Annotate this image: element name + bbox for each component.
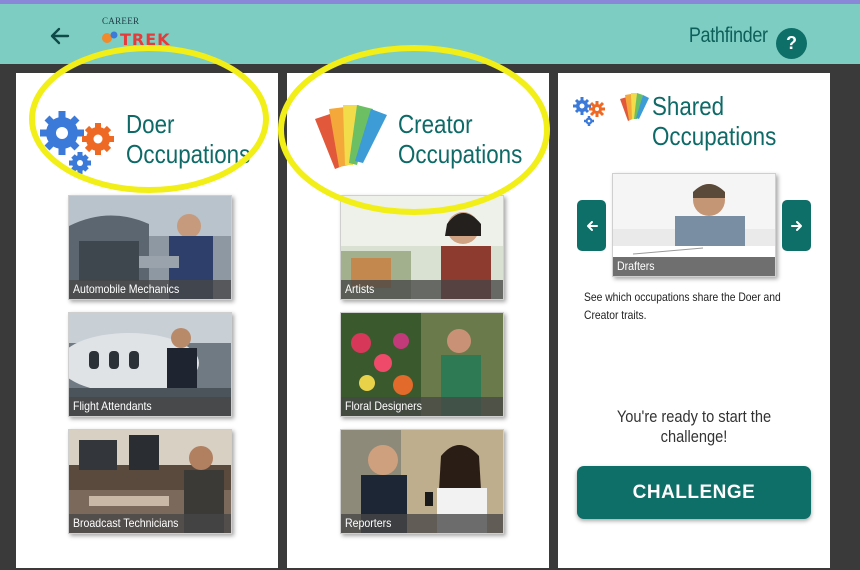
card-label: Artists bbox=[345, 282, 375, 296]
shared-panel: Shared Occupations Drafters See which oc… bbox=[558, 73, 830, 568]
carousel-card-drafters[interactable]: Drafters bbox=[612, 173, 776, 277]
shared-description: See which occupations share the Doer and… bbox=[584, 290, 781, 322]
card-label: Flight Attendants bbox=[73, 399, 152, 413]
logo-trek-graphic: TREK bbox=[102, 30, 171, 49]
arrow-left-icon bbox=[586, 220, 598, 231]
ready-message: You're ready to start the challenge! bbox=[616, 407, 772, 446]
help-button[interactable]: ? bbox=[776, 28, 807, 59]
occupation-card-floral-designers[interactable]: Floral Designers bbox=[340, 312, 504, 417]
logo-career-text: CAREER bbox=[102, 16, 140, 26]
question-mark-icon: ? bbox=[786, 33, 797, 53]
svg-text:TREK: TREK bbox=[120, 30, 171, 49]
creator-title: Creator Occupations bbox=[398, 109, 523, 169]
shared-title: Shared Occupations bbox=[652, 91, 777, 151]
challenge-button[interactable]: CHALLENGE bbox=[577, 466, 811, 519]
occupation-card-broadcast-technicians[interactable]: Broadcast Technicians bbox=[68, 429, 232, 534]
carousel-next-button[interactable] bbox=[782, 200, 811, 251]
occupation-card-reporters[interactable]: Reporters bbox=[340, 429, 504, 534]
card-label: Reporters bbox=[345, 516, 392, 530]
arrow-right-icon bbox=[790, 220, 802, 231]
occupation-card-flight-attendants[interactable]: Flight Attendants bbox=[68, 312, 232, 417]
gears-icon bbox=[40, 111, 114, 174]
gears-icon bbox=[573, 97, 605, 126]
occupation-card-artists[interactable]: Artists bbox=[340, 195, 504, 300]
occupation-card-automobile-mechanics[interactable]: Automobile Mechanics bbox=[68, 195, 232, 300]
doer-panel: Doer Occupations Automobile Mechanics Fl… bbox=[16, 73, 278, 568]
back-button[interactable] bbox=[46, 22, 74, 50]
color-swatches-icon bbox=[315, 105, 387, 169]
color-swatches-icon bbox=[620, 93, 649, 121]
app-header: CAREER TREK Pathfinder ? bbox=[0, 4, 860, 64]
card-label: Floral Designers bbox=[345, 399, 422, 413]
card-label: Automobile Mechanics bbox=[73, 282, 180, 296]
card-label: Drafters bbox=[617, 259, 655, 273]
career-trek-logo: CAREER TREK bbox=[100, 16, 190, 50]
arrow-left-icon bbox=[50, 27, 70, 45]
page-title: Pathfinder bbox=[689, 24, 768, 47]
doer-title: Doer Occupations bbox=[126, 109, 251, 169]
card-label: Broadcast Technicians bbox=[73, 516, 179, 530]
creator-panel: Creator Occupations Artists Floral Desig… bbox=[287, 73, 549, 568]
carousel-prev-button[interactable] bbox=[577, 200, 606, 251]
